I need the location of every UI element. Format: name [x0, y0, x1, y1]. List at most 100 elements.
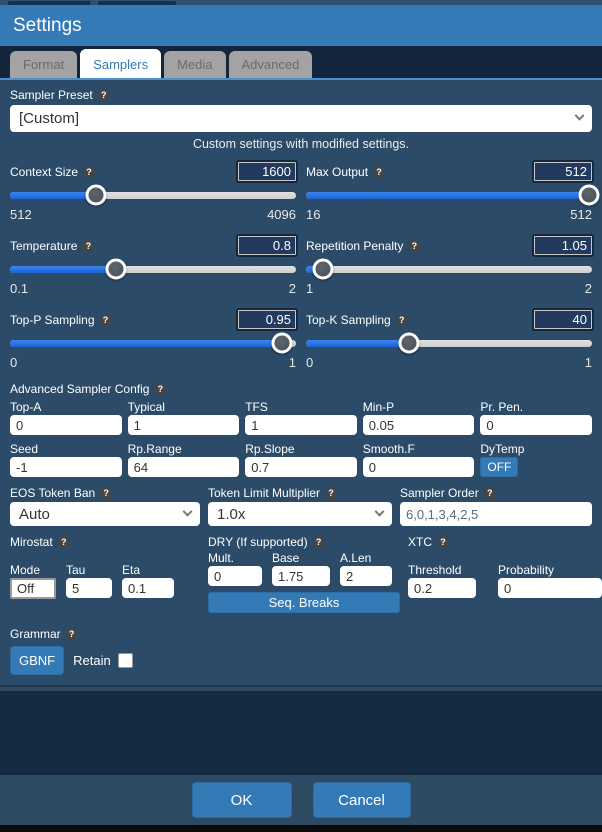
top-k-value-input[interactable]	[534, 310, 592, 329]
slider-max-label: 4096	[267, 207, 296, 222]
seed-label: Seed	[10, 442, 122, 457]
dry-alen-label: A.Len	[340, 551, 392, 566]
slider-min-label: 512	[10, 207, 32, 222]
smooth-f-label: Smooth.F	[363, 442, 475, 457]
token-limit-multiplier-select[interactable]: 1.0x	[208, 502, 392, 526]
sampler-preset-label: Sampler Preset	[10, 88, 93, 102]
top-p-value-input[interactable]	[238, 310, 296, 329]
repetition-penalty-value-input[interactable]	[534, 236, 592, 255]
help-icon[interactable]: ?	[82, 240, 94, 252]
help-icon[interactable]: ?	[408, 240, 420, 252]
dry-alen-input[interactable]	[340, 566, 392, 586]
help-icon[interactable]: ?	[484, 487, 496, 499]
top-a-label: Top-A	[10, 400, 122, 415]
dry-mult-input[interactable]	[208, 566, 262, 586]
temperature-slider[interactable]	[10, 258, 296, 280]
slider-track[interactable]	[306, 266, 592, 273]
sampler-order-input[interactable]	[400, 502, 592, 526]
help-icon[interactable]: ?	[100, 487, 112, 499]
top-a-input[interactable]	[10, 415, 122, 435]
xtc-threshold-input[interactable]	[408, 578, 476, 598]
help-icon[interactable]: ?	[437, 536, 449, 548]
mirostat-eta-input[interactable]	[122, 578, 174, 598]
token-limit-multiplier-label: Token Limit Multiplier	[208, 486, 320, 500]
presence-penalty-input[interactable]	[480, 415, 592, 435]
mirostat-tau-label: Tau	[66, 563, 112, 578]
max-output-slider[interactable]	[306, 184, 592, 206]
help-icon[interactable]: ?	[58, 536, 70, 548]
sampler-preset-select[interactable]: [Custom]	[10, 105, 592, 132]
settings-dialog: Settings Format Samplers Media Advanced …	[0, 0, 602, 832]
mirostat-mode-label: Mode	[10, 563, 56, 578]
tab-advanced[interactable]: Advanced	[229, 51, 313, 78]
mirostat-tau-input[interactable]	[66, 578, 112, 598]
slider-track[interactable]	[306, 340, 592, 347]
max-output-value-input[interactable]	[534, 162, 592, 181]
help-icon[interactable]: ?	[83, 166, 95, 178]
slider-block-top-p: Top-P Sampling? 0 1	[10, 309, 296, 370]
slider-thumb[interactable]	[313, 259, 334, 280]
eos-token-ban-select[interactable]: Auto	[10, 502, 200, 526]
tab-media[interactable]: Media	[164, 51, 225, 78]
xtc-probability-input[interactable]	[498, 578, 602, 598]
tab-samplers[interactable]: Samplers	[80, 49, 161, 78]
help-icon[interactable]: ?	[373, 166, 385, 178]
dytemp-toggle[interactable]: OFF	[480, 457, 518, 477]
slider-track[interactable]	[10, 340, 296, 347]
temperature-label: Temperature	[10, 239, 77, 253]
sampler-preset-value: [Custom]	[19, 110, 79, 127]
seq-breaks-button[interactable]: Seq. Breaks	[208, 592, 400, 613]
cancel-button[interactable]: Cancel	[313, 782, 411, 818]
slider-thumb[interactable]	[105, 259, 126, 280]
mirostat-group: Mirostat? Mode Tau Eta	[10, 535, 200, 613]
smooth-f-input[interactable]	[363, 457, 475, 477]
help-icon[interactable]: ?	[313, 536, 325, 548]
repetition-penalty-slider[interactable]	[306, 258, 592, 280]
slider-block-context-size: Context Size? 512 4096	[10, 161, 296, 222]
slider-block-top-k: Top-K Sampling? 0 1	[306, 309, 592, 370]
slider-track[interactable]	[306, 192, 592, 199]
rep-range-input[interactable]	[128, 457, 240, 477]
help-icon[interactable]: ?	[154, 383, 166, 395]
slider-fill	[306, 340, 409, 347]
help-icon[interactable]: ?	[325, 487, 337, 499]
slider-thumb[interactable]	[398, 333, 419, 354]
dry-base-input[interactable]	[272, 566, 330, 586]
slider-max-label: 2	[289, 281, 296, 296]
slider-track[interactable]	[10, 266, 296, 273]
gbnf-button[interactable]: GBNF	[10, 646, 64, 675]
help-icon[interactable]: ?	[66, 628, 78, 640]
token-limit-multiplier-value: 1.0x	[217, 506, 245, 523]
slider-block-repetition-penalty: Repetition Penalty? 1 2	[306, 235, 592, 296]
top-k-label: Top-K Sampling	[306, 313, 391, 327]
grammar-title: Grammar	[10, 627, 61, 641]
tab-format[interactable]: Format	[10, 51, 77, 78]
dialog-footer: OK Cancel	[0, 775, 602, 825]
top-p-slider[interactable]	[10, 332, 296, 354]
typical-input[interactable]	[128, 415, 240, 435]
help-icon[interactable]: ?	[396, 314, 408, 326]
temperature-value-input[interactable]	[238, 236, 296, 255]
slider-thumb[interactable]	[579, 185, 600, 206]
slider-thumb[interactable]	[271, 333, 292, 354]
ok-button[interactable]: OK	[192, 782, 292, 818]
rep-slope-input[interactable]	[245, 457, 357, 477]
seed-input[interactable]	[10, 457, 122, 477]
typical-label: Typical	[128, 400, 240, 415]
top-k-slider[interactable]	[306, 332, 592, 354]
help-icon[interactable]: ?	[100, 314, 112, 326]
tfs-input[interactable]	[245, 415, 357, 435]
mirostat-mode-input[interactable]	[10, 578, 56, 599]
slider-track[interactable]	[10, 192, 296, 199]
retain-checkbox[interactable]	[118, 653, 133, 668]
min-p-input[interactable]	[363, 415, 475, 435]
dialog-header: Settings	[0, 5, 602, 46]
slider-min-label: 0	[306, 355, 313, 370]
context-size-slider[interactable]	[10, 184, 296, 206]
xtc-threshold-label: Threshold	[408, 563, 476, 578]
help-icon[interactable]: ?	[98, 89, 110, 101]
context-size-value-input[interactable]	[238, 162, 296, 181]
page-title: Settings	[13, 15, 82, 37]
slider-thumb[interactable]	[85, 185, 106, 206]
dry-mult-label: Mult.	[208, 551, 262, 566]
